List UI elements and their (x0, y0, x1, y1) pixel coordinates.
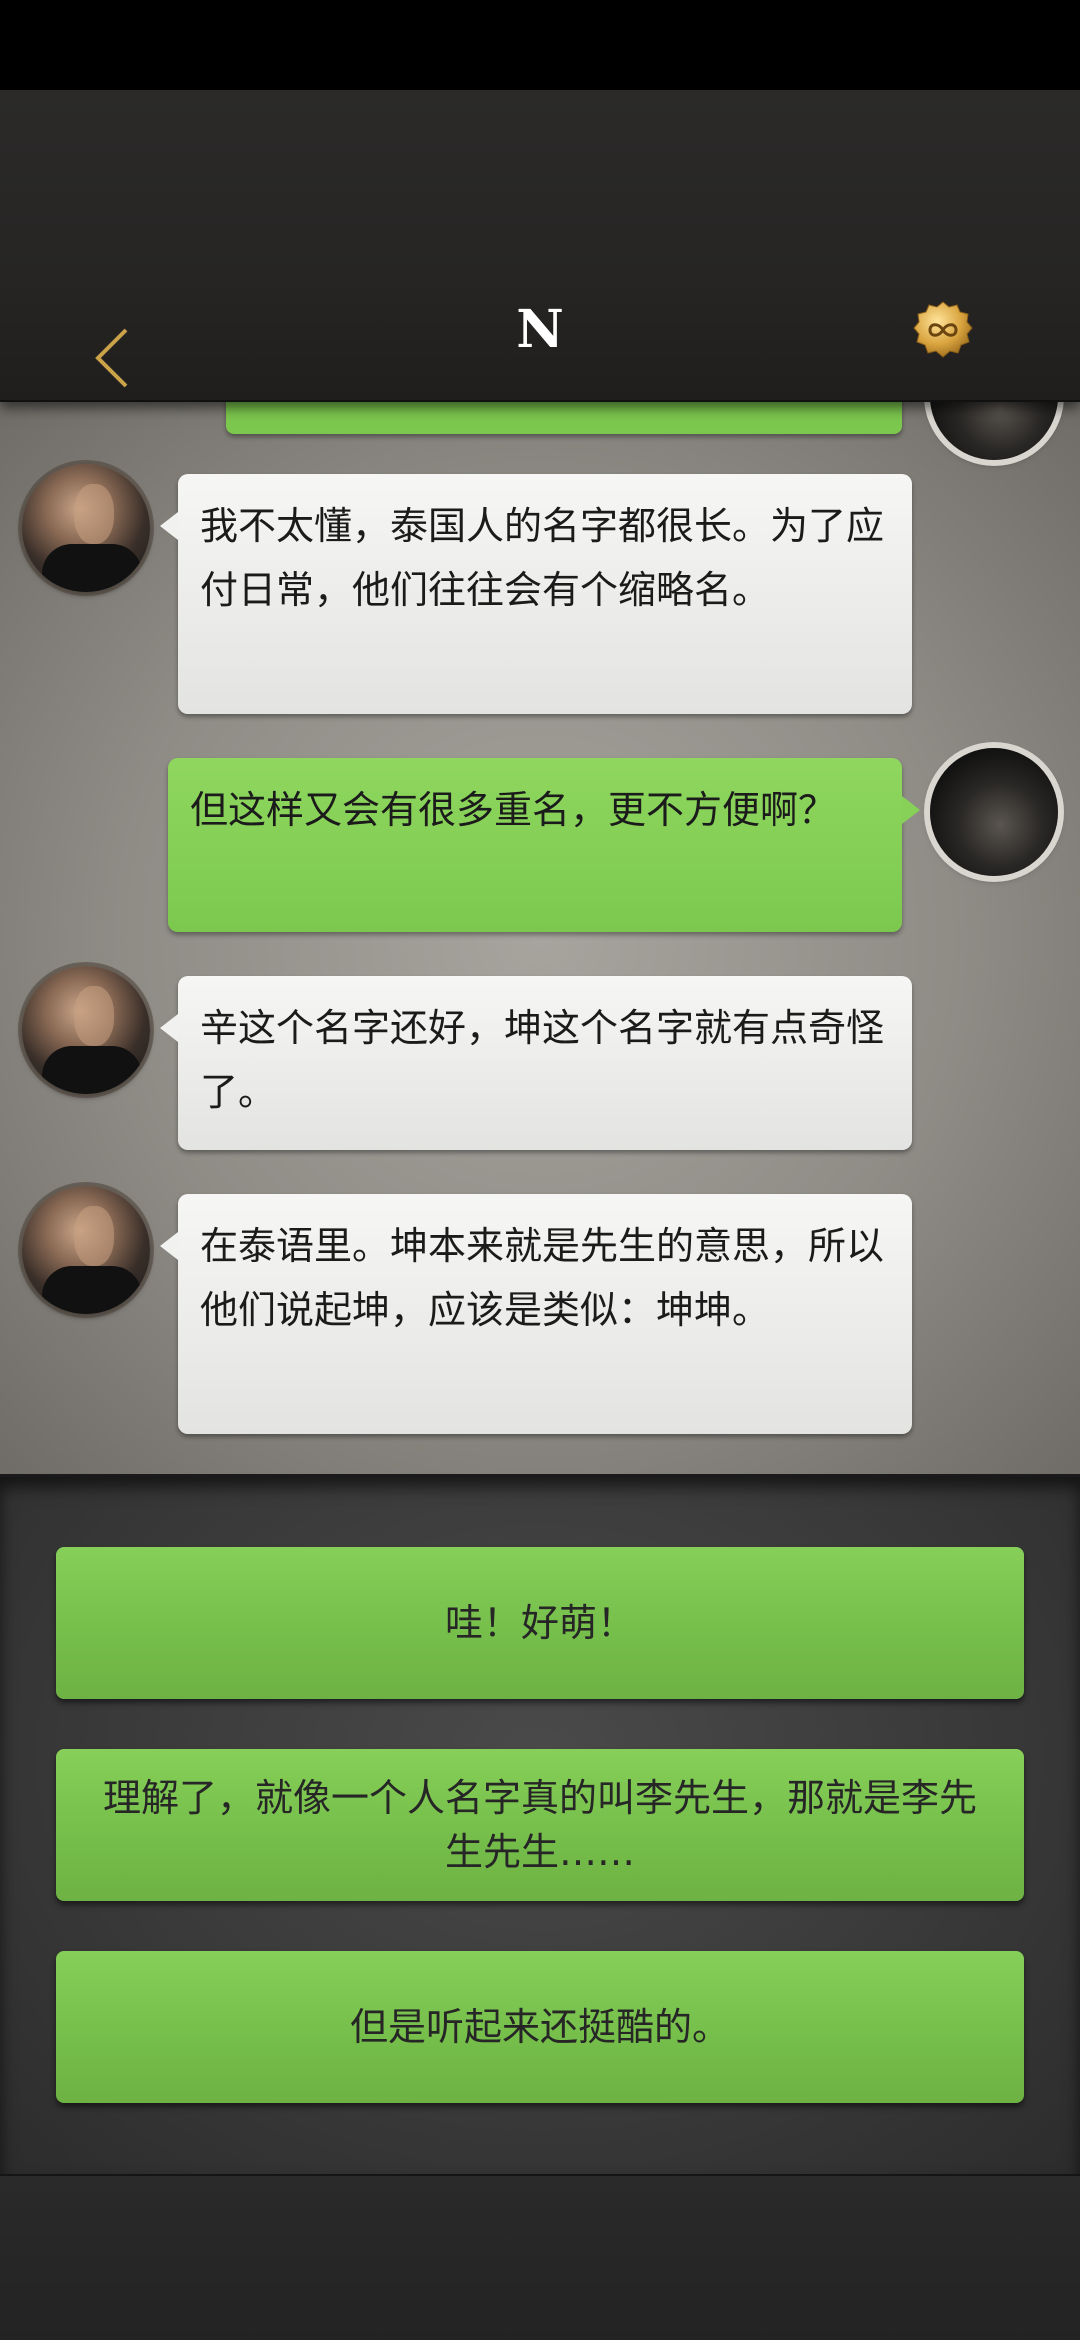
message-bubble-incoming: 在泰语里。坤本来就是先生的意思，所以他们说起坤，应该是类似：坤坤。 (160, 1194, 912, 1434)
message-text: 辛这个名字还好，坤这个名字就有点奇怪了。 (200, 1006, 885, 1114)
coin-button[interactable] (912, 300, 974, 362)
back-button[interactable] (82, 318, 142, 398)
status-bar (0, 0, 1080, 90)
reply-option-1[interactable]: 哇！好萌！ (56, 1547, 1024, 1699)
infinity-coin-icon (913, 301, 973, 358)
chat-area: 我不太懂，泰国人的名字都很长。为了应付日常，他们往往会有个缩略名。 但这样又会有… (0, 402, 1080, 1474)
chevron-left-icon (95, 328, 128, 388)
reply-option-label: 哇！好萌！ (444, 1601, 635, 1645)
contact-avatar[interactable] (22, 966, 150, 1094)
message-bubble-incoming: 我不太懂，泰国人的名字都很长。为了应付日常，他们往往会有个缩略名。 (160, 474, 912, 714)
reply-option-2[interactable]: 理解了，就像一个人名字真的叫李先生，那就是李先生先生…… (56, 1749, 1024, 1901)
previous-message-fragment (226, 402, 902, 434)
message-text: 但这样又会有很多重名，更不方便啊？ (190, 788, 837, 832)
self-avatar (930, 402, 1058, 460)
page-title: N (516, 299, 564, 360)
contact-avatar[interactable] (22, 1186, 150, 1314)
message-bubble-incoming: 辛这个名字还好，坤这个名字就有点奇怪了。 (160, 976, 912, 1150)
message-text: 我不太懂，泰国人的名字都很长。为了应付日常，他们往往会有个缩略名。 (200, 504, 885, 612)
reply-option-label: 理解了，就像一个人名字真的叫李先生，那就是李先生先生…… (102, 1776, 977, 1874)
message-bubble-outgoing: 但这样又会有很多重名，更不方便啊？ (168, 758, 920, 932)
bottom-bar (0, 2174, 1080, 2340)
reply-option-3[interactable]: 但是听起来还挺酷的。 (56, 1951, 1024, 2103)
contact-avatar[interactable] (22, 464, 150, 592)
reply-options-panel: 哇！好萌！ 理解了，就像一个人名字真的叫李先生，那就是李先生先生…… 但是听起来… (0, 1474, 1080, 2174)
message-text: 在泰语里。坤本来就是先生的意思，所以他们说起坤，应该是类似：坤坤。 (200, 1224, 885, 1332)
reply-option-label: 但是听起来还挺酷的。 (349, 2005, 730, 2049)
self-avatar[interactable] (930, 748, 1058, 876)
